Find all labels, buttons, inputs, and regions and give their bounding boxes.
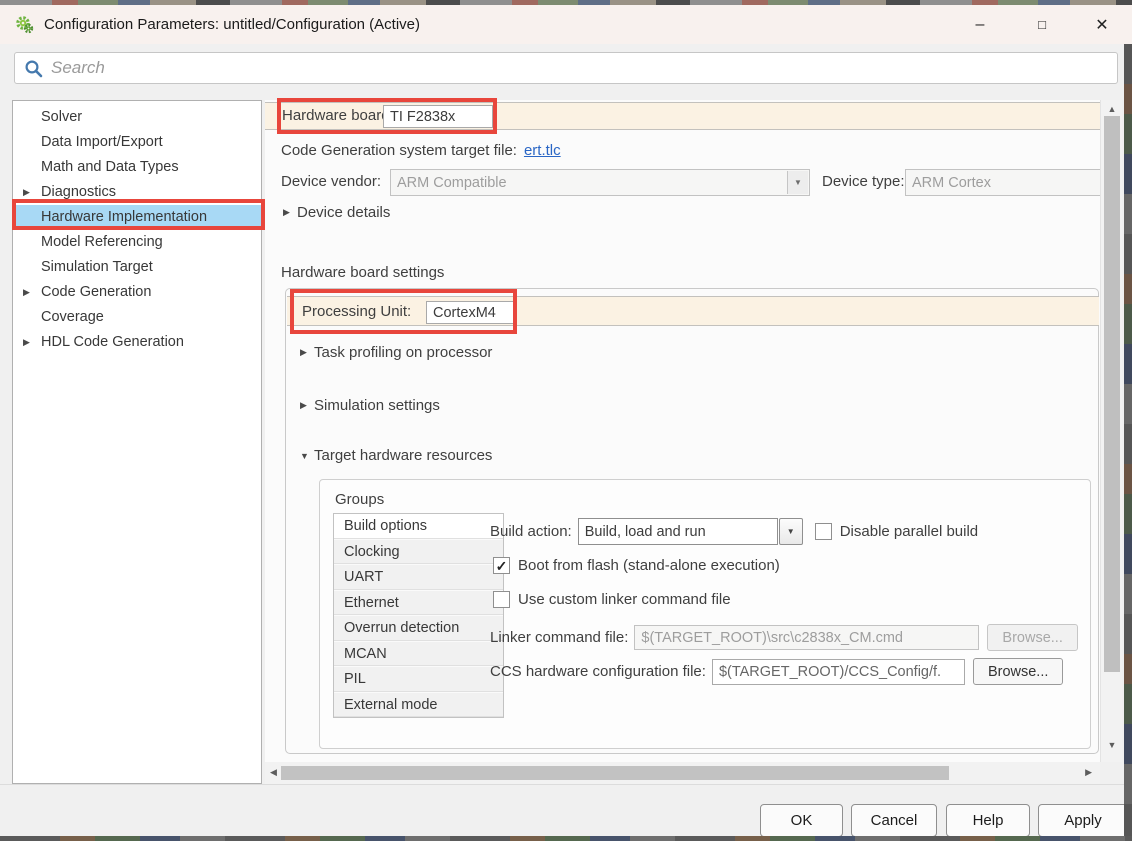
search-icon: [24, 59, 43, 78]
dialog-button-bar: OK Cancel Help Apply: [0, 784, 1132, 836]
target-hardware-resources-disclosure[interactable]: ▼ Target hardware resources: [300, 447, 492, 464]
task-profiling-disclosure[interactable]: ▶ Task profiling on processor: [300, 344, 492, 361]
system-target-file-label: Code Generation system target file:: [281, 142, 517, 162]
processing-unit-value[interactable]: CortexM4: [426, 301, 514, 324]
chevron-right-icon[interactable]: ▶: [23, 280, 30, 305]
group-item-overrun-detection[interactable]: Overrun detection: [334, 615, 503, 641]
hardware-board-label: Hardware board:: [282, 107, 394, 124]
search-input[interactable]: [51, 54, 1117, 82]
device-vendor-label: Device vendor:: [281, 173, 381, 190]
disable-parallel-build-checkbox[interactable]: [815, 523, 832, 540]
processing-unit-row: Processing Unit: CortexM4: [287, 296, 1099, 326]
settings-tree-sidebar: Solver Data Import/Export Math and Data …: [12, 100, 262, 784]
hardware-board-settings-group: Processing Unit: CortexM4 ▶ Task profili…: [285, 288, 1099, 754]
vertical-scrollbar[interactable]: ▲ ▼: [1100, 100, 1122, 762]
help-button[interactable]: Help: [946, 804, 1030, 837]
sidebar-item-code-generation[interactable]: ▶Code Generation: [13, 280, 261, 305]
sidebar-item-simulation-target[interactable]: Simulation Target: [13, 255, 261, 280]
chevron-right-icon[interactable]: ▶: [283, 207, 297, 218]
linker-command-file-label: Linker command file:: [490, 629, 628, 646]
simulink-gears-icon: [15, 15, 35, 35]
scroll-down-icon[interactable]: ▼: [1101, 740, 1123, 750]
simulation-settings-disclosure[interactable]: ▶ Simulation settings: [300, 397, 440, 414]
system-target-file-row: Code Generation system target file: ert.…: [281, 142, 561, 162]
sidebar-item-model-referencing[interactable]: Model Referencing: [13, 230, 261, 255]
use-custom-linker-label: Use custom linker command file: [518, 591, 731, 608]
build-action-row: Build action: Build, load and run ▼ Disa…: [490, 518, 978, 545]
linker-command-file-row: Linker command file: $(TARGET_ROOT)\src\…: [490, 624, 1078, 651]
scroll-right-icon[interactable]: ▶: [1085, 767, 1092, 778]
groups-list: Build options Clocking UART Ethernet Ove…: [333, 513, 504, 718]
ok-button[interactable]: OK: [760, 804, 843, 837]
hardware-board-settings-title: Hardware board settings: [281, 264, 444, 281]
horizontal-scrollbar[interactable]: ◀ ▶: [265, 762, 1100, 784]
screen-edge-artifact-bottom: [0, 836, 1132, 841]
group-item-build-options[interactable]: Build options: [334, 513, 503, 539]
chevron-right-icon[interactable]: ▶: [300, 400, 314, 411]
ccs-config-file-input[interactable]: $(TARGET_ROOT)/CCS_Config/f.: [712, 659, 965, 685]
hardware-implementation-pane: Hardware board: TI F2838x Code Generatio…: [265, 100, 1100, 762]
ccs-config-file-label: CCS hardware configuration file:: [490, 663, 706, 680]
sidebar-item-coverage[interactable]: Coverage: [13, 305, 261, 330]
boot-from-flash-row: ✓ Boot from flash (stand-alone execution…: [493, 557, 780, 574]
group-item-clocking[interactable]: Clocking: [334, 539, 503, 565]
chevron-right-icon[interactable]: ▶: [23, 180, 30, 205]
vertical-scrollbar-thumb[interactable]: [1104, 116, 1120, 672]
boot-from-flash-checkbox[interactable]: ✓: [493, 557, 510, 574]
screen-edge-artifact-right: [1124, 44, 1132, 836]
chevron-down-icon[interactable]: ▼: [300, 451, 314, 461]
device-vendor-dropdown[interactable]: ARM Compatible ▼: [390, 169, 810, 196]
chevron-down-icon[interactable]: ▼: [787, 171, 808, 194]
groups-label: Groups: [335, 491, 384, 508]
close-button[interactable]: ✕: [1079, 5, 1125, 44]
group-item-mcan[interactable]: MCAN: [334, 641, 503, 667]
build-action-dropdown[interactable]: Build, load and run: [578, 518, 778, 545]
sidebar-item-hardware-implementation[interactable]: Hardware Implementation: [13, 205, 261, 230]
minimize-button[interactable]: –: [957, 5, 1003, 44]
group-item-uart[interactable]: UART: [334, 564, 503, 590]
device-type-label: Device type:: [822, 173, 905, 190]
linker-browse-button: Browse...: [987, 624, 1077, 651]
maximize-button[interactable]: □: [1019, 5, 1065, 44]
sidebar-item-diagnostics[interactable]: ▶Diagnostics: [13, 180, 261, 205]
ert-tlc-link[interactable]: ert.tlc: [524, 142, 561, 162]
chevron-right-icon[interactable]: ▶: [300, 347, 314, 358]
sidebar-item-hdl-code-generation[interactable]: ▶HDL Code Generation: [13, 330, 261, 355]
device-vendor-row: Device vendor: ARM Compatible ▼ Device t…: [265, 168, 1100, 196]
processing-unit-label: Processing Unit:: [302, 303, 411, 320]
group-item-pil[interactable]: PIL: [334, 666, 503, 692]
apply-button[interactable]: Apply: [1038, 804, 1128, 837]
title-bar: Configuration Parameters: untitled/Confi…: [0, 5, 1132, 44]
use-custom-linker-row: Use custom linker command file: [493, 591, 731, 608]
disable-parallel-build-label: Disable parallel build: [840, 523, 978, 540]
boot-from-flash-label: Boot from flash (stand-alone execution): [518, 557, 780, 574]
scroll-left-icon[interactable]: ◀: [270, 767, 277, 778]
sidebar-item-solver[interactable]: Solver: [13, 105, 261, 130]
scroll-up-icon[interactable]: ▲: [1101, 104, 1123, 114]
horizontal-scrollbar-thumb[interactable]: [281, 766, 949, 780]
hardware-board-row: Hardware board: TI F2838x: [265, 102, 1100, 130]
build-action-label: Build action:: [490, 523, 572, 540]
sidebar-item-math-and-data-types[interactable]: Math and Data Types: [13, 155, 261, 180]
cancel-button[interactable]: Cancel: [851, 804, 937, 837]
ccs-browse-button[interactable]: Browse...: [973, 658, 1063, 685]
linker-command-file-input[interactable]: $(TARGET_ROOT)\src\c2838x_CM.cmd: [634, 625, 979, 650]
sidebar-item-data-import-export[interactable]: Data Import/Export: [13, 130, 261, 155]
chevron-down-icon[interactable]: ▼: [779, 518, 803, 545]
ccs-config-file-row: CCS hardware configuration file: $(TARGE…: [490, 658, 1063, 685]
chevron-right-icon[interactable]: ▶: [23, 330, 30, 355]
group-item-external-mode[interactable]: External mode: [334, 692, 503, 718]
window-title: Configuration Parameters: untitled/Confi…: [44, 16, 420, 33]
search-bar[interactable]: [14, 52, 1118, 84]
target-hardware-resources-panel: Groups Build options Clocking UART Ether…: [319, 479, 1091, 749]
hardware-board-value[interactable]: TI F2838x: [383, 105, 493, 128]
group-item-ethernet[interactable]: Ethernet: [334, 590, 503, 616]
checkmark-icon: ✓: [496, 559, 508, 573]
use-custom-linker-checkbox[interactable]: [493, 591, 510, 608]
device-type-value[interactable]: ARM Cortex: [905, 169, 1100, 196]
device-details-disclosure[interactable]: ▶ Device details: [283, 204, 390, 221]
